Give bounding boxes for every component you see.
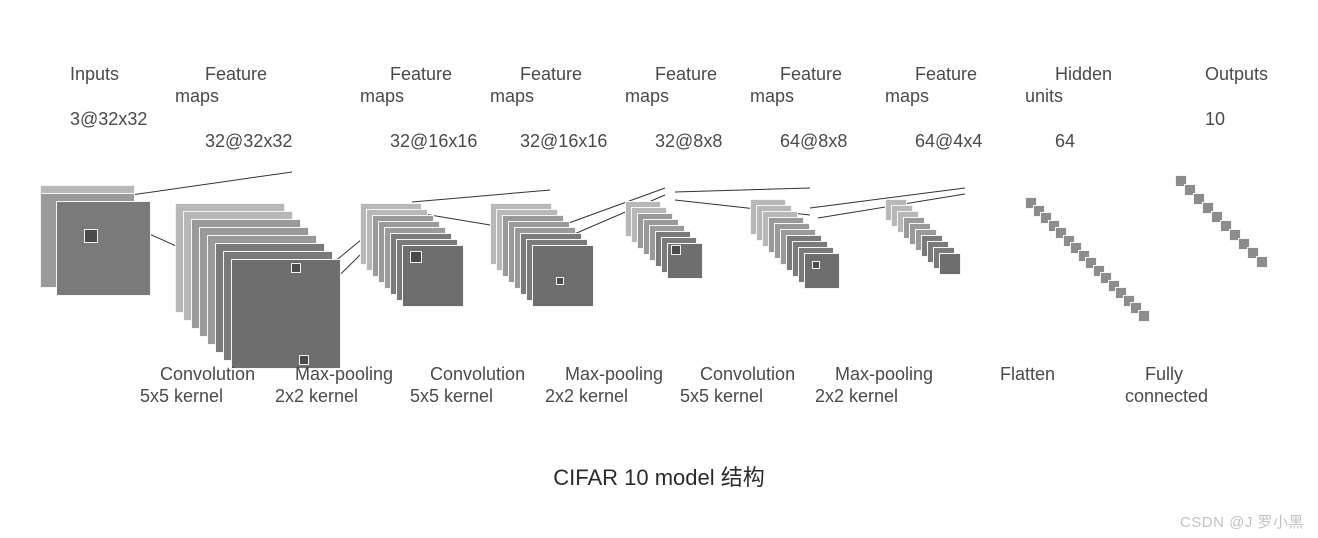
layer-label: Inputs 3@32x32 [40, 40, 160, 153]
op-pool3: Max-pooling2x2 kernel [815, 340, 933, 430]
layer-label: Feature maps 32@16x16 [490, 40, 620, 175]
layer-featuremaps-5: Feature maps 64@8x8 [750, 40, 870, 325]
op-conv3: Convolution5x5 kernel [680, 340, 795, 430]
op-fc: Fullyconnected [1125, 340, 1208, 430]
layer-inputs: Inputs 3@32x32 [40, 40, 160, 363]
diagram-caption: CIFAR 10 model 结构 [0, 460, 1318, 492]
layer-featuremaps-4: Feature maps 32@8x8 [625, 40, 735, 325]
layer-featuremaps-6: Feature maps 64@4x4 [885, 40, 995, 305]
op-conv2: Convolution5x5 kernel [410, 340, 525, 430]
layer-outputs: Outputs 10 [1175, 40, 1285, 303]
layer-hidden-units: Hidden units 64 [1025, 40, 1165, 375]
layer-label: Feature maps 64@8x8 [750, 40, 870, 175]
layer-label: Feature maps 32@32x32 [175, 40, 355, 175]
op-pool2: Max-pooling2x2 kernel [545, 340, 663, 430]
op-pool1: Max-pooling2x2 kernel [275, 340, 393, 430]
op-conv1: Convolution5x5 kernel [140, 340, 255, 430]
layer-label: Feature maps 64@4x4 [885, 40, 995, 175]
layer-featuremaps-2: Feature maps 32@16x16 [360, 40, 490, 355]
layer-label: Outputs 10 [1175, 40, 1285, 153]
layer-featuremaps-3: Feature maps 32@16x16 [490, 40, 620, 355]
layer-label: Hidden units 64 [1025, 40, 1165, 175]
watermark: CSDN @J 罗小黑 [1180, 511, 1304, 532]
cnn-architecture-diagram: Inputs 3@32x32 Feature maps 32@32x32 [40, 40, 1300, 460]
layer-label: Feature maps 32@8x8 [625, 40, 735, 175]
op-flatten: Flatten [980, 340, 1055, 430]
layer-label: Feature maps 32@16x16 [360, 40, 490, 175]
